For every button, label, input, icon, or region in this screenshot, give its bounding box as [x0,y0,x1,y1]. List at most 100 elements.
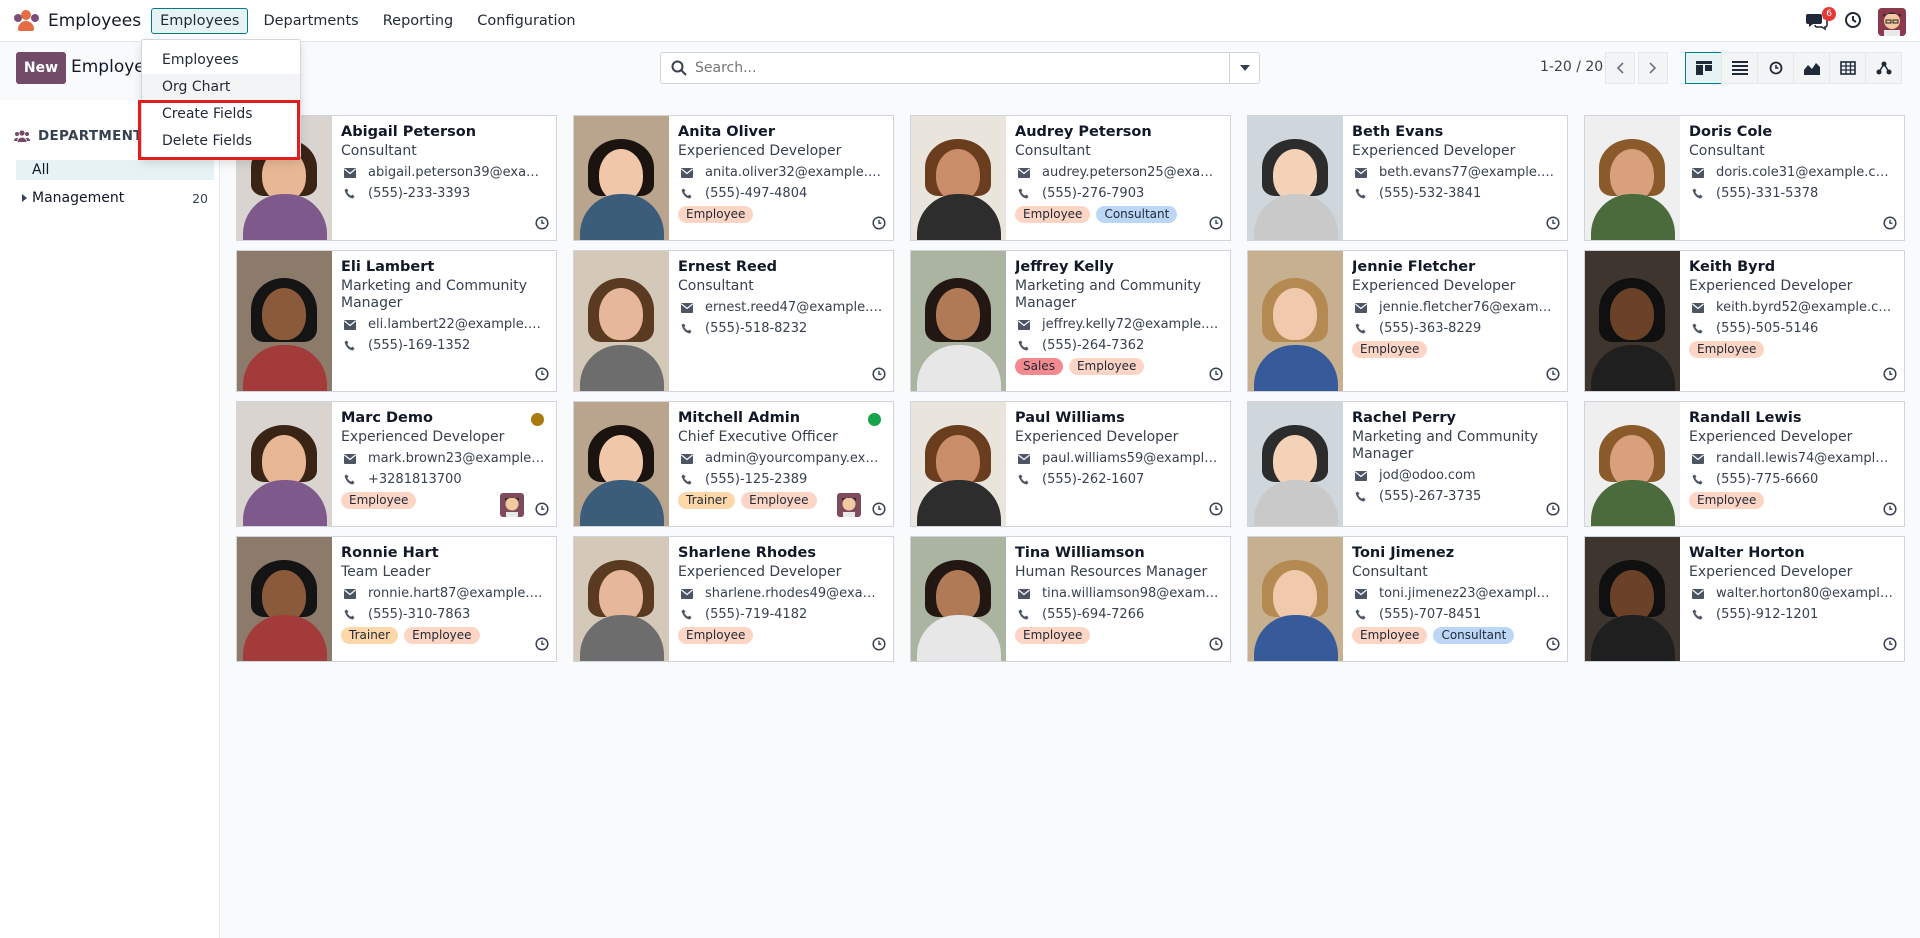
employee-photo[interactable] [1585,537,1680,661]
employee-card[interactable]: Mitchell Admin Chief Executive Officer a… [573,401,894,527]
pager-value[interactable]: 1-20 / 20 [1540,59,1603,75]
employee-photo[interactable] [574,251,669,391]
activity-button[interactable] [1546,637,1560,655]
activity-button[interactable] [872,637,886,655]
activity-button[interactable] [1546,367,1560,385]
graph-view-button[interactable] [1793,52,1830,84]
employee-photo[interactable] [237,251,332,391]
activity-button[interactable] [1209,502,1223,520]
activity-button[interactable] [535,216,549,234]
employee-photo[interactable] [574,116,669,240]
sidebar-item-all[interactable]: All [16,160,214,180]
employee-name[interactable]: Toni Jimenez [1352,543,1557,563]
employee-card[interactable]: Rachel Perry Marketing and Community Man… [1247,401,1568,527]
employee-card[interactable]: Jennie Fletcher Experienced Developer je… [1247,250,1568,392]
employee-photo[interactable] [1248,251,1343,391]
activity-button[interactable] [1209,216,1223,234]
dropdown-item-org-chart[interactable]: Org Chart [142,74,300,100]
employee-card[interactable]: Audrey Peterson Consultant audrey.peters… [910,115,1231,241]
manager-avatar[interactable] [500,493,524,517]
employee-card[interactable]: Eli Lambert Marketing and Community Mana… [236,250,557,392]
messaging-icon[interactable]: 6 [1806,7,1836,33]
search-bar[interactable] [660,52,1260,84]
employee-photo[interactable] [574,537,669,661]
employee-name[interactable]: Marc Demo [341,408,546,428]
dropdown-item-employees[interactable]: Employees [142,47,300,73]
employee-name[interactable]: Anita Oliver [678,122,883,142]
activity-view-button[interactable] [1757,52,1794,84]
employee-name[interactable]: Ronnie Hart [341,543,546,563]
activity-button[interactable] [1209,637,1223,655]
employee-name[interactable]: Jennie Fletcher [1352,257,1557,277]
employee-card[interactable]: Ernest Reed Consultant ernest.reed47@exa… [573,250,894,392]
menu-configuration[interactable]: Configuration [468,8,584,34]
employee-photo[interactable] [1585,116,1680,240]
activity-button[interactable] [872,367,886,385]
new-button[interactable]: New [16,52,66,84]
employee-name[interactable]: Eli Lambert [341,257,546,277]
employee-photo[interactable] [1585,251,1680,391]
employee-photo[interactable] [237,537,332,661]
sidebar-item-management[interactable]: Management 20 [22,190,208,206]
employee-photo[interactable] [911,116,1006,240]
menu-reporting[interactable]: Reporting [374,8,463,34]
employee-photo[interactable] [911,537,1006,661]
activity-button[interactable] [1209,367,1223,385]
activity-button[interactable] [1883,216,1897,234]
activity-button[interactable] [872,216,886,234]
employee-name[interactable]: Keith Byrd [1689,257,1894,277]
employee-name[interactable]: Ernest Reed [678,257,883,277]
employee-card[interactable]: Ronnie Hart Team Leader ronnie.hart87@ex… [236,536,557,662]
employee-photo[interactable] [1248,116,1343,240]
employee-card[interactable]: Beth Evans Experienced Developer beth.ev… [1247,115,1568,241]
employee-photo[interactable] [574,402,669,526]
app-name[interactable]: Employees [48,11,141,31]
employee-name[interactable]: Abigail Peterson [341,122,546,142]
employee-card[interactable]: Toni Jimenez Consultant toni.jimenez23@e… [1247,536,1568,662]
employee-photo[interactable] [911,251,1006,391]
search-options-toggle[interactable] [1229,53,1259,83]
activity-button[interactable] [1546,502,1560,520]
employee-photo[interactable] [911,402,1006,526]
employee-name[interactable]: Audrey Peterson [1015,122,1220,142]
activity-button[interactable] [535,367,549,385]
employee-card[interactable]: Doris Cole Consultant doris.cole31@examp… [1584,115,1905,241]
employee-card[interactable]: Marc Demo Experienced Developer mark.bro… [236,401,557,527]
activity-button[interactable] [1883,637,1897,655]
employee-name[interactable]: Jeffrey Kelly [1015,257,1220,277]
employee-card[interactable]: Anita Oliver Experienced Developer anita… [573,115,894,241]
employee-photo[interactable] [1248,537,1343,661]
employee-name[interactable]: Rachel Perry [1352,408,1557,428]
pivot-view-button[interactable] [1829,52,1866,84]
activity-button[interactable] [1883,367,1897,385]
search-input[interactable] [695,60,1225,76]
employee-photo[interactable] [1585,402,1680,526]
employee-card[interactable]: Sharlene Rhodes Experienced Developer sh… [573,536,894,662]
employee-card[interactable]: Paul Williams Experienced Developer paul… [910,401,1231,527]
menu-employees[interactable]: Employees [151,7,249,34]
employee-card[interactable]: Tina Williamson Human Resources Manager … [910,536,1231,662]
hierarchy-view-button[interactable] [1865,52,1902,84]
pager-previous-button[interactable] [1605,52,1635,84]
employee-name[interactable]: Randall Lewis [1689,408,1894,428]
employee-name[interactable]: Doris Cole [1689,122,1894,142]
employee-card[interactable]: Randall Lewis Experienced Developer rand… [1584,401,1905,527]
employees-app-icon[interactable] [14,9,40,32]
employee-card[interactable]: Keith Byrd Experienced Developer keith.b… [1584,250,1905,392]
employee-name[interactable]: Paul Williams [1015,408,1220,428]
menu-departments[interactable]: Departments [254,8,367,34]
employee-photo[interactable] [1248,402,1343,526]
user-avatar[interactable] [1878,8,1906,36]
employee-card[interactable]: Jeffrey Kelly Marketing and Community Ma… [910,250,1231,392]
activity-button[interactable] [872,502,886,520]
employee-name[interactable]: Beth Evans [1352,122,1557,142]
manager-avatar[interactable] [837,493,861,517]
activity-button[interactable] [1883,502,1897,520]
employee-name[interactable]: Sharlene Rhodes [678,543,883,563]
pager-next-button[interactable] [1638,52,1668,84]
caret-right-icon[interactable] [22,194,27,202]
employee-name[interactable]: Walter Horton [1689,543,1894,563]
employee-card[interactable]: Walter Horton Experienced Developer walt… [1584,536,1905,662]
employee-name[interactable]: Mitchell Admin [678,408,883,428]
kanban-view-button[interactable] [1685,52,1722,84]
